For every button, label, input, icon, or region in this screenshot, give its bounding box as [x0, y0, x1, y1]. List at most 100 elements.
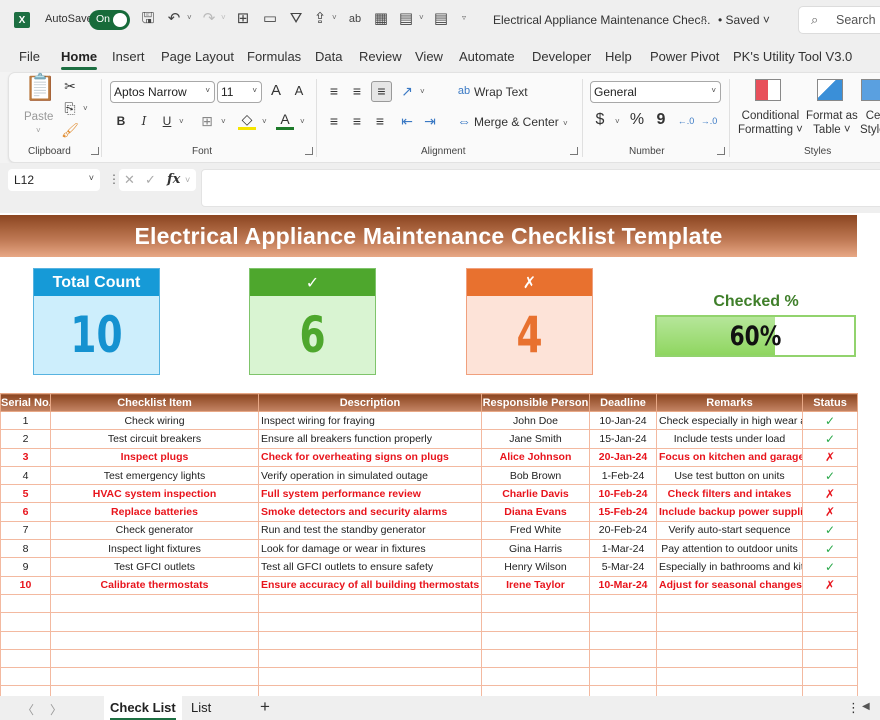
tab-view[interactable]: View — [415, 49, 443, 64]
currency-dropdown-icon[interactable]: ˅ — [615, 117, 620, 126]
fill-color-dropdown-icon[interactable]: ˅ — [262, 117, 267, 126]
header-description[interactable]: Description — [258, 393, 482, 412]
empty-cell[interactable] — [481, 630, 590, 650]
cell-deadline[interactable]: 1-Feb-24 — [589, 465, 657, 486]
cell-serial-no[interactable]: 8 — [0, 539, 51, 559]
empty-cell[interactable] — [258, 648, 482, 669]
cell-description[interactable]: Inspect wiring for fraying — [258, 410, 482, 431]
empty-cell[interactable] — [589, 685, 657, 696]
font-color-dropdown-icon[interactable]: ˅ — [300, 117, 305, 126]
calculator-icon[interactable]: ▤ — [397, 10, 415, 28]
empty-cell[interactable] — [589, 648, 657, 669]
empty-cell[interactable] — [258, 593, 482, 614]
cell-deadline[interactable]: 20-Feb-24 — [589, 520, 657, 541]
cell-status[interactable]: ✓ — [802, 410, 858, 431]
cell-checklist-item[interactable]: Replace batteries — [50, 502, 259, 522]
cell-responsible-person[interactable]: Jane Smith — [481, 429, 590, 449]
empty-cell[interactable] — [50, 648, 259, 669]
tab-file[interactable]: File — [19, 49, 40, 64]
empty-cell[interactable] — [481, 667, 590, 687]
empty-cell[interactable] — [258, 685, 482, 696]
top-align-icon[interactable]: ≡ — [325, 83, 343, 99]
empty-cell[interactable] — [481, 612, 590, 632]
tab-insert[interactable]: Insert — [112, 49, 145, 64]
cell-status[interactable]: ✓ — [802, 465, 858, 486]
borders-icon[interactable]: ⊞ — [234, 10, 252, 28]
percent-button[interactable]: % — [628, 112, 646, 128]
fx-dropdown-icon[interactable]: ˅ — [185, 175, 190, 185]
tab-power-pivot[interactable]: Power Pivot — [650, 49, 719, 64]
search-box[interactable]: ⌕ Search — [798, 6, 880, 34]
cell-deadline[interactable]: 1-Mar-24 — [589, 539, 657, 559]
cell-checklist-item[interactable]: Test circuit breakers — [50, 429, 259, 449]
cell-checklist-item[interactable]: Inspect plugs — [50, 447, 259, 467]
insert-function-icon[interactable]: fx — [167, 172, 180, 187]
empty-cell[interactable] — [50, 630, 259, 650]
cell-serial-no[interactable]: 4 — [0, 465, 51, 486]
cell-remarks[interactable]: Focus on kitchen and garage — [656, 447, 803, 467]
header-deadline[interactable]: Deadline — [589, 393, 657, 412]
cell-deadline[interactable]: 15-Feb-24 — [589, 502, 657, 522]
merge-dropdown-icon[interactable]: ˅ — [563, 119, 568, 128]
sheet-tab-list[interactable]: List — [191, 700, 211, 715]
cell-remarks[interactable]: Include tests under load — [656, 429, 803, 449]
filter-icon[interactable]: ⛛ — [287, 10, 305, 28]
align-left-icon[interactable]: ≡ — [325, 113, 343, 129]
cell-remarks[interactable]: Especially in bathrooms and kitchens — [656, 557, 803, 577]
borders-dropdown-icon[interactable]: ˅ — [221, 117, 226, 126]
empty-cell[interactable] — [0, 667, 51, 687]
prev-sheet-icon[interactable]: 〈 — [22, 701, 34, 718]
tab-help[interactable]: Help — [605, 49, 632, 64]
cancel-icon[interactable]: ✕ — [124, 172, 135, 188]
empty-cell[interactable] — [589, 612, 657, 632]
empty-cell[interactable] — [802, 630, 858, 650]
cell-responsible-person[interactable]: Henry Wilson — [481, 557, 590, 577]
empty-cell[interactable] — [802, 593, 858, 614]
paste-label[interactable]: Paste — [24, 110, 53, 124]
empty-cell[interactable] — [50, 593, 259, 614]
format-as-table-button[interactable]: Format as Table ˅ — [806, 109, 858, 137]
cell-checklist-item[interactable]: Inspect light fixtures — [50, 539, 259, 559]
cell-checklist-item[interactable]: HVAC system inspection — [50, 484, 259, 504]
more-options-icon[interactable]: ⋮ — [847, 700, 860, 716]
cell-serial-no[interactable]: 1 — [0, 410, 51, 431]
tab-review[interactable]: Review — [359, 49, 402, 64]
cell-deadline[interactable]: 10-Mar-24 — [589, 575, 657, 595]
empty-cell[interactable] — [0, 630, 51, 650]
empty-cell[interactable] — [656, 667, 803, 687]
cell-status[interactable]: ✗ — [802, 502, 858, 522]
empty-cell[interactable] — [656, 648, 803, 669]
cell-description[interactable]: Ensure accuracy of all building thermost… — [258, 575, 482, 595]
empty-cell[interactable] — [802, 648, 858, 669]
spelling-icon[interactable]: ab — [346, 10, 364, 28]
middle-align-icon[interactable]: ≡ — [348, 83, 366, 99]
cell-responsible-person[interactable]: John Doe — [481, 410, 590, 431]
cell-description[interactable]: Verify operation in simulated outage — [258, 465, 482, 486]
number-launcher-icon[interactable] — [717, 147, 725, 155]
share-icon[interactable]: ⇪ — [311, 10, 329, 28]
empty-cell[interactable] — [50, 685, 259, 696]
empty-cell[interactable] — [0, 612, 51, 632]
cell-description[interactable]: Test all GFCI outlets to ensure safety — [258, 557, 482, 577]
empty-cell[interactable] — [589, 667, 657, 687]
calculator-icon-2[interactable]: ▤ — [432, 10, 450, 28]
underline-dropdown-icon[interactable]: ˅ — [179, 117, 184, 126]
enter-icon[interactable]: ✓ — [145, 172, 156, 188]
align-right-icon[interactable]: ≡ — [371, 113, 389, 129]
empty-cell[interactable] — [258, 612, 482, 632]
tab-formulas[interactable]: Formulas — [247, 49, 301, 64]
cell-checklist-item[interactable]: Test GFCI outlets — [50, 557, 259, 577]
font-name-combo[interactable]: Aptos Narrow ˅ — [110, 81, 215, 103]
cell-status[interactable]: ✗ — [802, 575, 858, 595]
align-center-icon[interactable]: ≡ — [348, 113, 366, 129]
empty-cell[interactable] — [258, 630, 482, 650]
cell-serial-no[interactable]: 9 — [0, 557, 51, 577]
cell-remarks[interactable]: Check filters and intakes — [656, 484, 803, 504]
sheet-tab-check-list[interactable]: Check List — [104, 696, 182, 720]
customize-qat-icon[interactable]: ▿ — [462, 13, 466, 22]
merge-center-button[interactable]: Merge & Center — [474, 115, 559, 129]
bold-button[interactable]: B — [112, 113, 130, 129]
cell-serial-no[interactable]: 2 — [0, 429, 51, 449]
cell-serial-no[interactable]: 5 — [0, 484, 51, 504]
cell-responsible-person[interactable]: Bob Brown — [481, 465, 590, 486]
